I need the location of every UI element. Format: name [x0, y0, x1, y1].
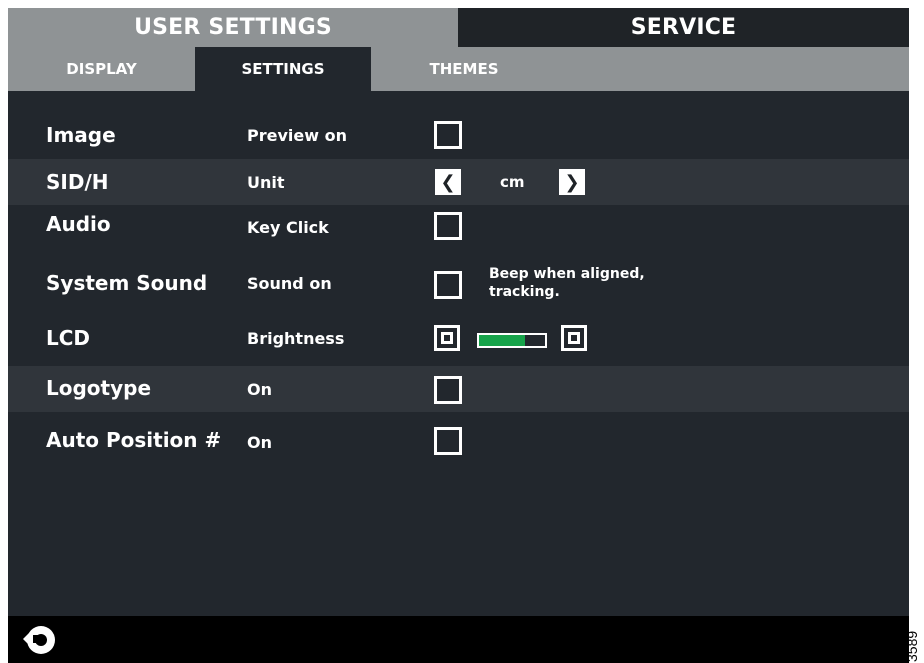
- subtab-settings[interactable]: SETTINGS: [195, 47, 371, 91]
- setting-row-lcd: LCD Brightness: [8, 321, 909, 366]
- figure-number: 3589: [904, 630, 920, 662]
- unit-prev-button[interactable]: ❮: [435, 169, 461, 195]
- brightness-bar[interactable]: [477, 333, 547, 348]
- subtab-display[interactable]: DISPLAY: [8, 47, 195, 91]
- tab-user-settings-label: USER SETTINGS: [134, 15, 332, 40]
- setting-option: Key Click: [247, 218, 329, 237]
- setting-option: Unit: [247, 173, 285, 192]
- setting-row-logotype: Logotype On: [8, 366, 909, 412]
- square-icon: [568, 332, 580, 344]
- setting-label: Logotype: [46, 376, 152, 400]
- bottom-bar: [8, 616, 909, 663]
- brightness-decrease-button[interactable]: [434, 325, 460, 351]
- setting-label: Image: [46, 123, 116, 147]
- subtab-display-label: DISPLAY: [66, 60, 137, 78]
- logotype-checkbox[interactable]: [434, 376, 462, 404]
- key-click-checkbox[interactable]: [434, 212, 462, 240]
- auto-position-checkbox[interactable]: [434, 427, 462, 455]
- brightness-bar-fill: [479, 335, 526, 346]
- setting-option: On: [247, 433, 272, 452]
- setting-label: LCD: [46, 326, 91, 350]
- setting-row-image: Image Preview on: [8, 113, 909, 159]
- settings-screen: USER SETTINGS SERVICE DISPLAY SETTINGS T…: [8, 8, 909, 663]
- setting-label: Audio: [46, 212, 111, 236]
- setting-label: Auto Position #: [46, 428, 222, 452]
- chevron-right-icon: ❯: [564, 171, 580, 193]
- setting-row-auto-position: Auto Position # On: [8, 412, 909, 462]
- subtab-themes-label: THEMES: [429, 60, 499, 78]
- square-icon: [441, 332, 453, 344]
- setting-row-sidh: SID/H Unit ❮ cm ❯: [8, 159, 909, 205]
- tab-service-label: SERVICE: [630, 15, 737, 40]
- setting-option: On: [247, 380, 272, 399]
- tab-service[interactable]: SERVICE: [458, 8, 909, 47]
- setting-option: Preview on: [247, 126, 347, 145]
- unit-next-button[interactable]: ❯: [559, 169, 585, 195]
- sound-on-checkbox[interactable]: [434, 271, 462, 299]
- setting-option: Brightness: [247, 329, 345, 348]
- brightness-increase-button[interactable]: [561, 325, 587, 351]
- sound-note: Beep when aligned, tracking.: [489, 266, 645, 300]
- subtab-themes[interactable]: THEMES: [371, 47, 557, 91]
- subtab-settings-label: SETTINGS: [241, 60, 325, 78]
- setting-row-system-sound: System Sound Sound on Beep when aligned,…: [8, 261, 909, 321]
- setting-row-audio: Audio Key Click: [8, 205, 909, 251]
- preview-on-checkbox[interactable]: [434, 121, 462, 149]
- unit-value: cm: [500, 173, 525, 191]
- setting-label: SID/H: [46, 170, 109, 194]
- back-button[interactable]: [21, 621, 59, 659]
- subtab-bar: DISPLAY SETTINGS THEMES: [8, 47, 909, 91]
- back-arrow-icon: [23, 626, 55, 654]
- tab-user-settings[interactable]: USER SETTINGS: [8, 8, 458, 47]
- setting-option: Sound on: [247, 274, 332, 293]
- chevron-left-icon: ❮: [440, 171, 456, 193]
- setting-label: System Sound: [46, 271, 208, 295]
